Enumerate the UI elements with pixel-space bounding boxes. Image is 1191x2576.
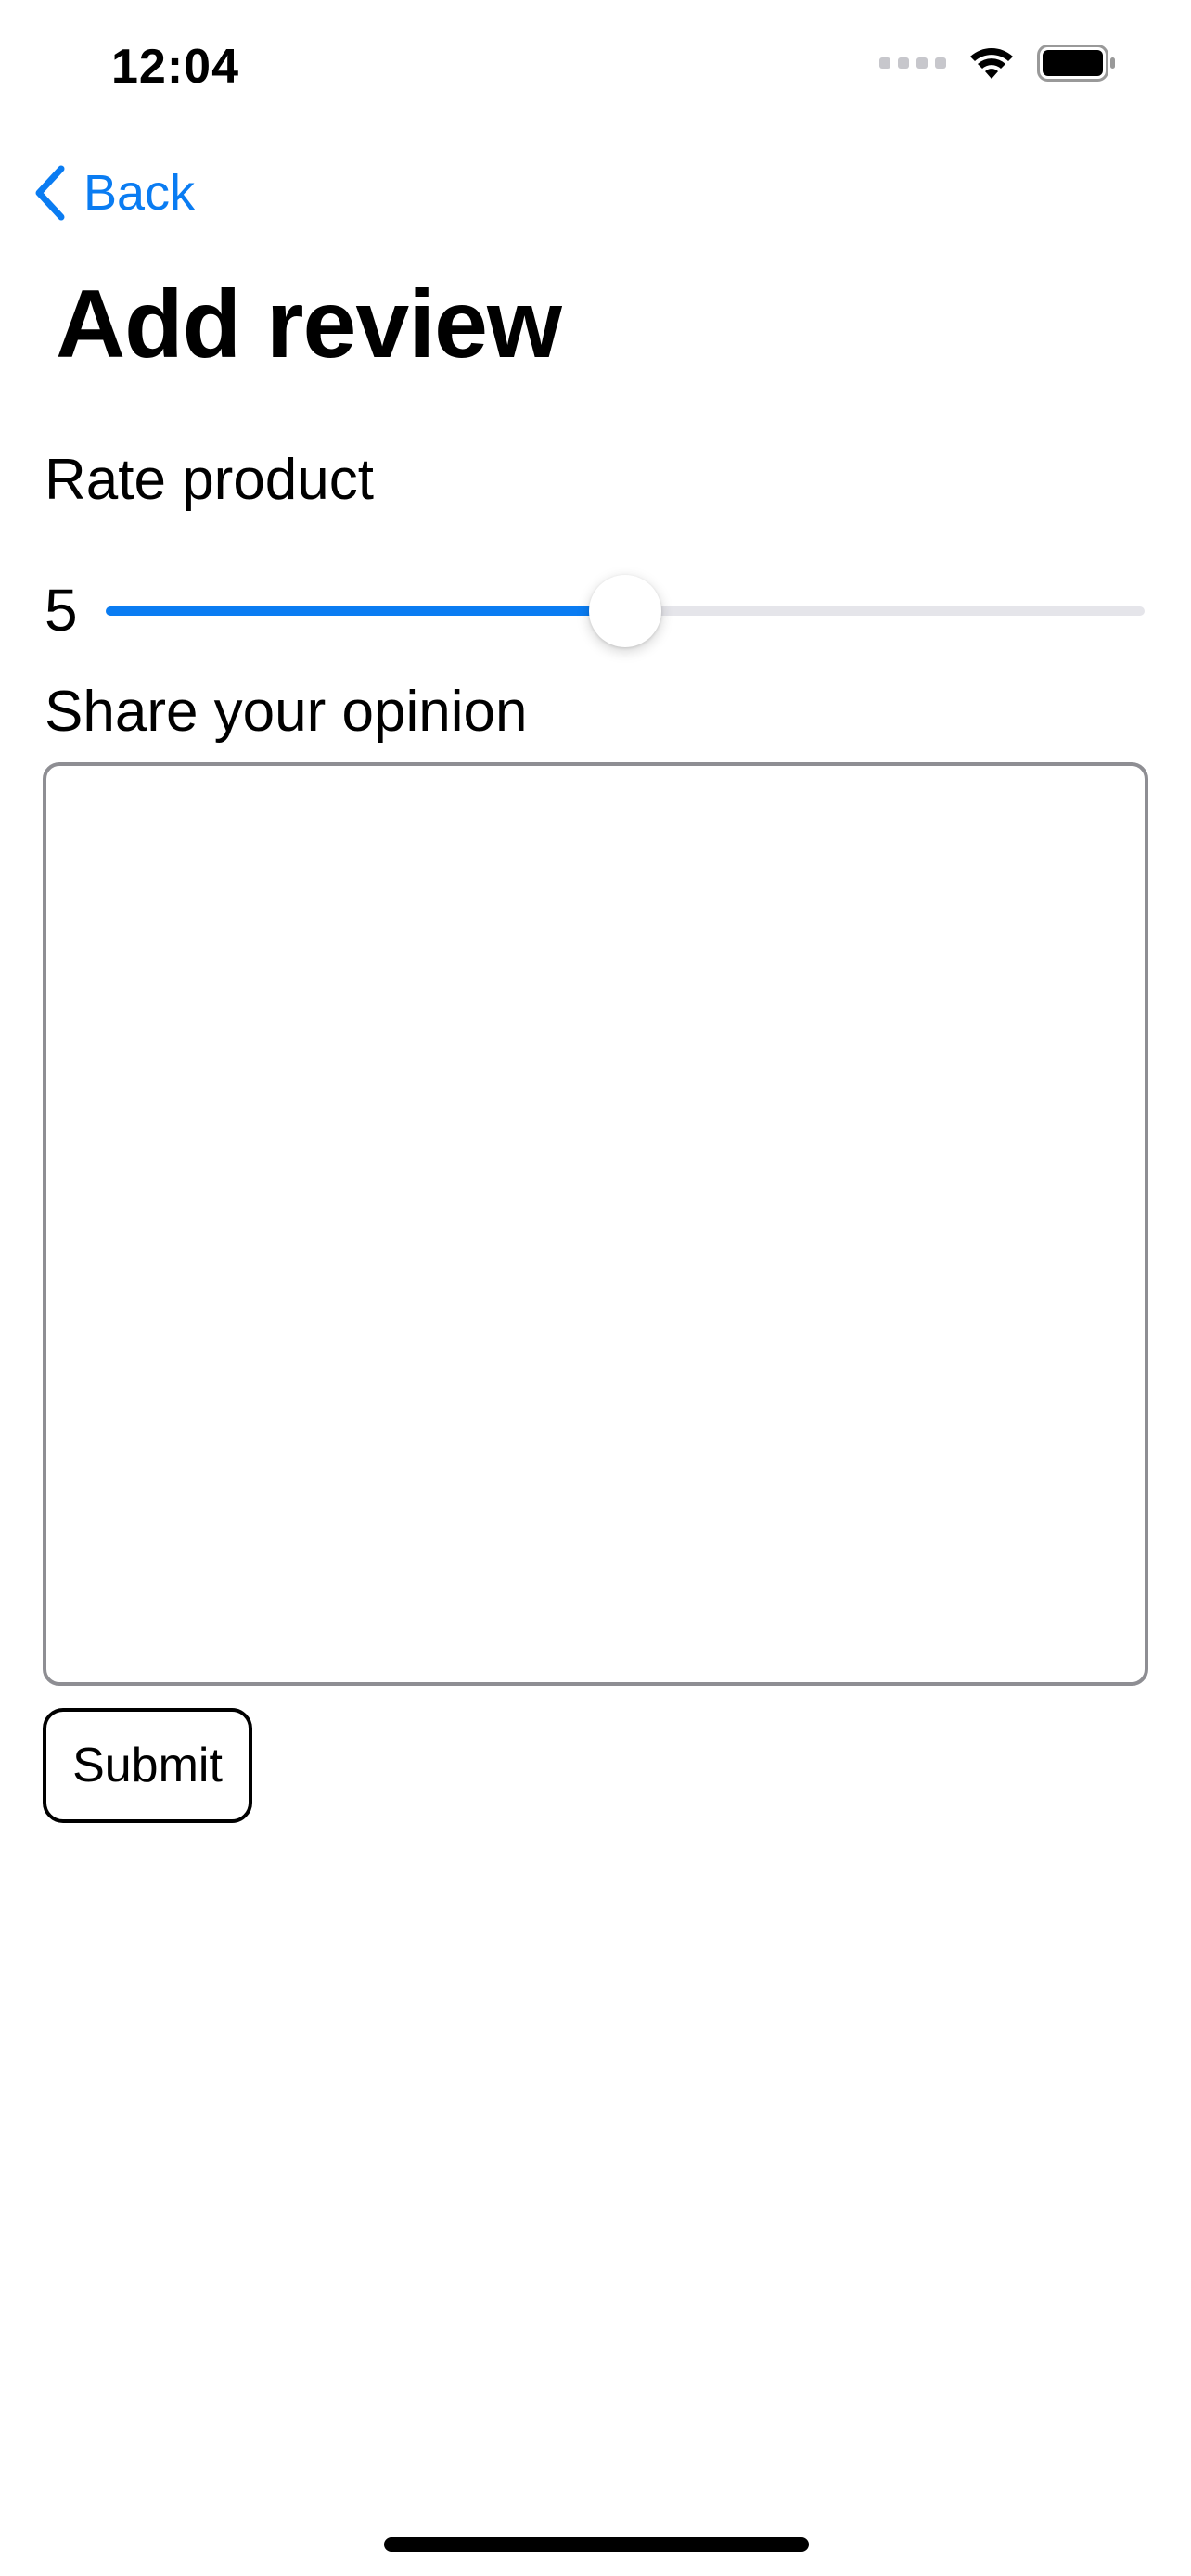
slider-thumb[interactable] [589,575,661,647]
page-title: Add review [56,271,562,378]
back-button[interactable]: Back [33,158,195,228]
rating-slider[interactable] [106,575,1145,647]
rating-value: 5 [45,577,78,644]
wifi-icon [970,48,1013,79]
home-indicator [384,2537,809,2552]
slider-fill [106,606,625,616]
back-label: Back [83,165,196,221]
chevron-left-icon [35,165,65,221]
opinion-textarea[interactable] [43,762,1148,1686]
submit-button[interactable]: Submit [43,1708,252,1823]
status-time: 12:04 [111,40,239,94]
cellular-signal-icon [879,57,946,69]
rate-product-label: Rate product [45,448,374,512]
share-opinion-label: Share your opinion [45,680,528,744]
battery-icon [1037,45,1115,82]
status-icons [879,45,1117,82]
